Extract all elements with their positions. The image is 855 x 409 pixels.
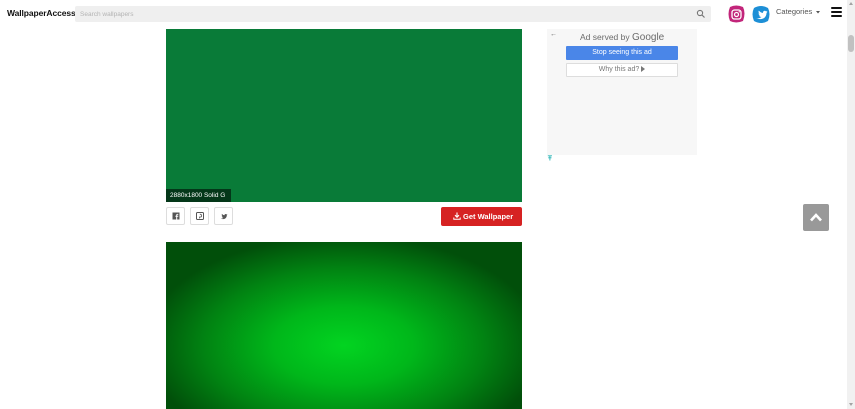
menu-bar	[831, 7, 842, 9]
wallpaper-image-green-radial[interactable]	[166, 242, 522, 409]
google-brand-text: Google	[632, 32, 665, 43]
why-this-ad-label: Why this ad?	[598, 66, 640, 73]
stop-seeing-ad-button[interactable]: Stop seeing this ad	[566, 46, 678, 60]
back-to-top-button[interactable]	[803, 204, 829, 231]
download-icon	[453, 212, 461, 220]
why-this-ad-button[interactable]: Why this ad?	[566, 63, 678, 77]
search-input[interactable]	[80, 8, 680, 20]
menu-bar	[831, 15, 842, 17]
wallpaper-image-solid-green[interactable]: 2880x1800 Solid G	[166, 29, 522, 202]
hamburger-menu-icon[interactable]	[831, 7, 842, 17]
get-wallpaper-button[interactable]: Get Wallpaper	[441, 207, 522, 226]
page: WallpaperAccess Categories	[0, 0, 855, 409]
page-scrollbar[interactable]	[847, 0, 855, 409]
site-logo[interactable]: WallpaperAccess	[7, 8, 76, 18]
twitter-icon[interactable]	[751, 5, 771, 24]
instagram-icon[interactable]	[727, 5, 746, 24]
ad-panel: ← Ad served by Google Stop seeing this a…	[547, 29, 697, 155]
ad-back-arrow[interactable]: ←	[550, 31, 557, 38]
pinterest-share-button[interactable]	[190, 207, 209, 225]
twitter-share-button[interactable]	[214, 207, 233, 225]
get-wallpaper-label: Get Wallpaper	[463, 212, 514, 221]
scrollbar-thumb[interactable]	[848, 35, 854, 52]
menu-bar	[831, 11, 842, 13]
ad-served-by: Ad served by Google	[580, 32, 664, 43]
caret-down-icon[interactable]	[816, 10, 820, 14]
chevron-up-icon	[810, 213, 822, 222]
scroll-up-arrow-icon[interactable]	[849, 2, 853, 5]
ad-served-by-text: Ad served by	[580, 32, 630, 42]
twitter-icon	[220, 213, 228, 220]
facebook-icon	[172, 212, 180, 220]
categories-menu[interactable]: Categories	[776, 7, 812, 16]
top-header: WallpaperAccess Categories	[0, 0, 847, 29]
play-triangle-icon	[641, 66, 646, 73]
ad-choices-icon[interactable]	[547, 155, 553, 161]
wallpaper-caption: 2880x1800 Solid G	[166, 189, 232, 202]
search-icon[interactable]	[696, 9, 706, 19]
facebook-share-button[interactable]	[166, 207, 185, 225]
search-bar	[75, 6, 711, 22]
scroll-down-arrow-icon[interactable]	[849, 403, 853, 406]
pinterest-icon	[196, 212, 204, 220]
